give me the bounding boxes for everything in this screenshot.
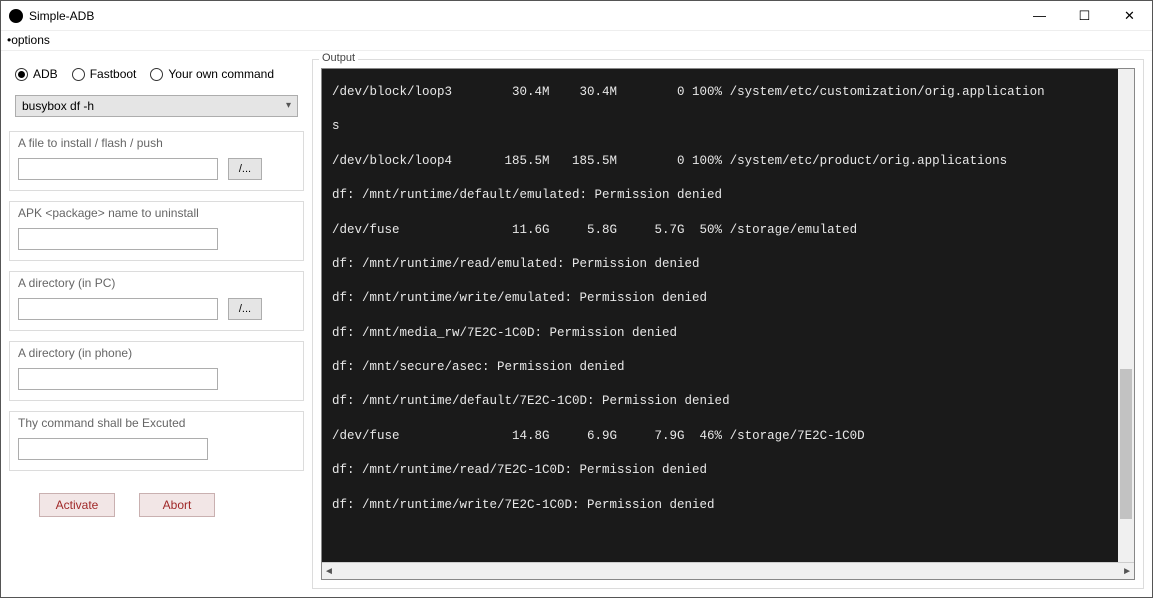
group-dir-pc-label: A directory (in PC) [18, 276, 295, 290]
file-browse-button[interactable]: /... [228, 158, 262, 180]
group-dir-phone-label: A directory (in phone) [18, 346, 295, 360]
scrollbar-thumb[interactable] [1120, 369, 1132, 519]
file-input[interactable] [18, 158, 218, 180]
close-button[interactable]: ✕ [1107, 1, 1152, 31]
mode-radio-group: ADB Fastboot Your own command [9, 59, 304, 95]
radio-icon [15, 68, 28, 81]
command-combo[interactable]: busybox df -h ▾ [15, 95, 298, 117]
vertical-scrollbar[interactable] [1118, 69, 1134, 562]
group-dir-phone: A directory (in phone) [9, 341, 304, 401]
output-label: Output [319, 52, 358, 64]
content: ADB Fastboot Your own command busybox df… [1, 51, 1152, 597]
dir-phone-input[interactable] [18, 368, 218, 390]
command-input[interactable] [18, 438, 208, 460]
terminal-container: /dev/block/loop3 30.4M 30.4M 0 100% /sys… [321, 68, 1135, 580]
chevron-down-icon: ▾ [286, 100, 291, 111]
left-panel: ADB Fastboot Your own command busybox df… [9, 59, 304, 589]
menu-options[interactable]: •options [7, 33, 50, 47]
apk-input[interactable] [18, 228, 218, 250]
dir-pc-input[interactable] [18, 298, 218, 320]
window-controls: — ☐ ✕ [1017, 1, 1152, 31]
group-apk: APK <package> name to uninstall [9, 201, 304, 261]
radio-fastboot[interactable]: Fastboot [72, 67, 137, 81]
group-command-label: Thy command shall be Excuted [18, 416, 295, 430]
action-buttons: Activate Abort [9, 481, 304, 529]
dir-pc-browse-button[interactable]: /... [228, 298, 262, 320]
activate-button[interactable]: Activate [39, 493, 115, 517]
group-file: A file to install / flash / push /... [9, 131, 304, 191]
titlebar: Simple-ADB — ☐ ✕ [1, 1, 1152, 31]
window-title: Simple-ADB [29, 9, 94, 23]
terminal-output[interactable]: /dev/block/loop3 30.4M 30.4M 0 100% /sys… [322, 69, 1134, 562]
abort-button[interactable]: Abort [139, 493, 215, 517]
radio-own-command[interactable]: Your own command [150, 67, 274, 81]
radio-own-label: Your own command [168, 67, 274, 81]
group-apk-label: APK <package> name to uninstall [18, 206, 295, 220]
minimize-button[interactable]: — [1017, 1, 1062, 31]
radio-icon [150, 68, 163, 81]
scroll-right-icon[interactable]: ► [1122, 566, 1132, 577]
scroll-left-icon[interactable]: ◄ [324, 566, 334, 577]
radio-fastboot-label: Fastboot [90, 67, 137, 81]
radio-icon [72, 68, 85, 81]
output-panel: Output /dev/block/loop3 30.4M 30.4M 0 10… [312, 59, 1144, 589]
group-file-label: A file to install / flash / push [18, 136, 295, 150]
group-command: Thy command shall be Excuted [9, 411, 304, 471]
menubar: •options [1, 31, 1152, 51]
group-dir-pc: A directory (in PC) /... [9, 271, 304, 331]
app-icon [9, 9, 23, 23]
radio-adb-label: ADB [33, 67, 58, 81]
maximize-button[interactable]: ☐ [1062, 1, 1107, 31]
radio-adb[interactable]: ADB [15, 67, 58, 81]
horizontal-scrollbar[interactable]: ◄ ► [322, 562, 1134, 579]
combo-selected: busybox df -h [22, 99, 94, 113]
